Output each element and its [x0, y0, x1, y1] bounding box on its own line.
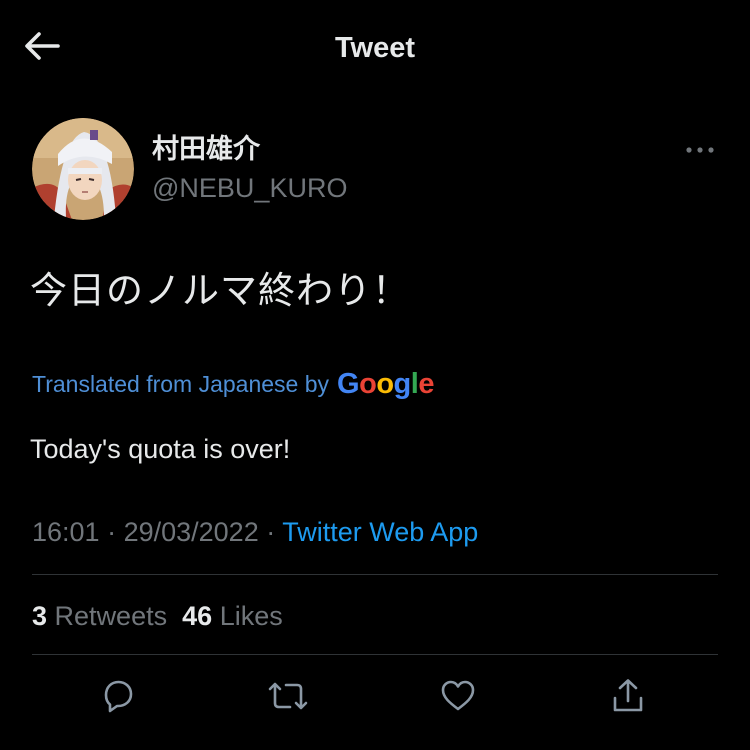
- translated-label[interactable]: Translated from Japanese by: [32, 371, 329, 398]
- translation-attribution: Translated from Japanese by Google: [32, 364, 434, 404]
- share-button[interactable]: [602, 672, 654, 724]
- likes-label: Likes: [219, 601, 283, 631]
- share-icon: [608, 676, 648, 721]
- retweet-icon: [266, 676, 310, 721]
- google-logo: Google: [337, 368, 434, 400]
- retweets-label: Retweets: [54, 601, 168, 631]
- avatar[interactable]: [32, 118, 134, 220]
- tweet-time[interactable]: 16:01: [32, 517, 100, 547]
- tweet-stats: 3 Retweets 46 Likes: [32, 596, 283, 636]
- retweet-button[interactable]: [262, 672, 314, 724]
- divider: [32, 654, 718, 655]
- likes-count: 46: [182, 601, 213, 631]
- retweets-count: 3: [32, 601, 48, 631]
- display-name[interactable]: 村田雄介: [152, 132, 260, 168]
- retweets-stat[interactable]: 3 Retweets: [32, 601, 167, 631]
- like-icon: [438, 676, 478, 721]
- likes-stat[interactable]: 46 Likes: [182, 601, 283, 631]
- action-bar: [0, 672, 750, 724]
- reply-icon: [98, 676, 138, 721]
- meta-separator: ·: [258, 517, 283, 547]
- page-title: Tweet: [334, 32, 416, 64]
- tweet-date[interactable]: 29/03/2022: [124, 517, 259, 547]
- translation-text: Today's quota is over!: [30, 434, 291, 464]
- user-handle[interactable]: @NEBU_KURO: [152, 170, 347, 206]
- tweet-source-link[interactable]: Twitter Web App: [282, 517, 478, 547]
- reply-button[interactable]: [92, 672, 144, 724]
- more-options-button[interactable]: [680, 136, 720, 164]
- meta-separator: ·: [99, 517, 124, 547]
- tweet-metadata: 16:01 · 29/03/2022 · Twitter Web App: [32, 512, 478, 552]
- like-button[interactable]: [432, 672, 484, 724]
- divider: [32, 574, 718, 575]
- more-horizontal-icon: [685, 141, 715, 159]
- tweet-text: 今日のノルマ終わり！: [30, 269, 410, 312]
- top-bar: Tweet: [0, 0, 750, 96]
